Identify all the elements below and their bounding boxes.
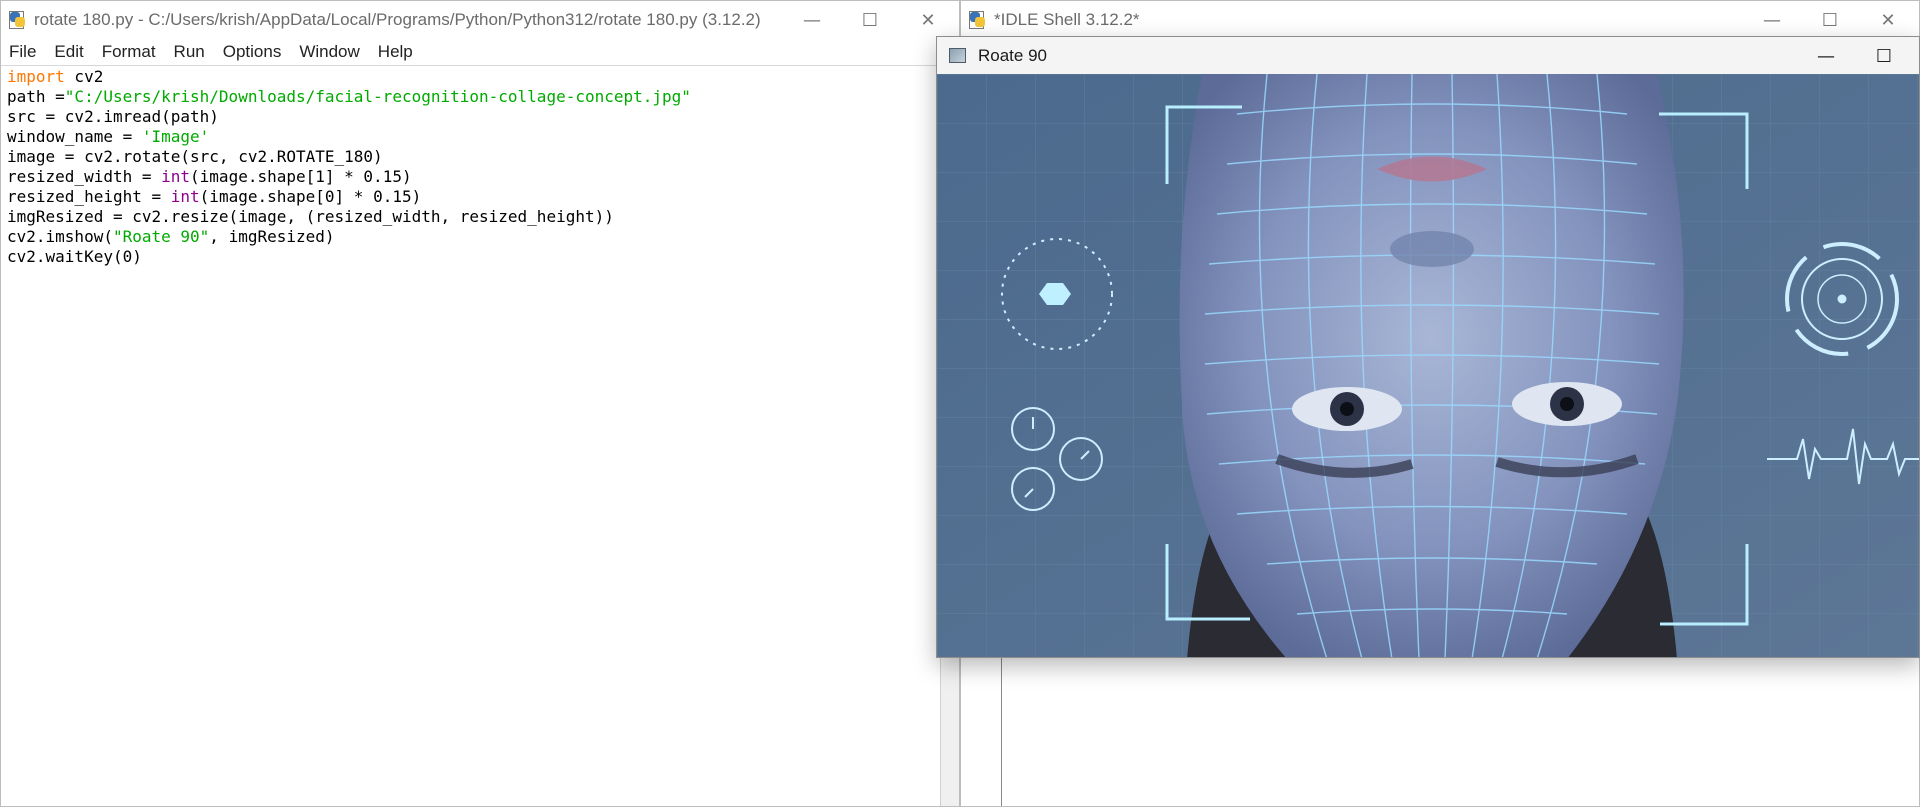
shell-titlebar[interactable]: *IDLE Shell 3.12.2* — ☐ ✕: [961, 1, 1919, 39]
editor-menubar: File Edit Format Run Options Window Help: [1, 39, 959, 66]
left-eye: [1292, 387, 1402, 431]
shell-title: *IDLE Shell 3.12.2*: [994, 10, 1140, 29]
code-line: imgResized = cv2.resize(image, (resized_…: [7, 207, 614, 226]
rotated-image: [937, 73, 1919, 657]
image-window-title: Roate 90: [978, 45, 1047, 65]
image-titlebar[interactable]: Roate 90 — ☐: [937, 37, 1919, 74]
menu-run[interactable]: Run: [165, 42, 214, 62]
menu-edit[interactable]: Edit: [45, 42, 92, 62]
minimize-button[interactable]: —: [783, 1, 841, 39]
code-line: cv2.imshow("Roate 90", imgResized): [7, 227, 335, 246]
shell-close-button[interactable]: ✕: [1859, 1, 1917, 39]
code-line: resized_height = int(image.shape[0] * 0.…: [7, 187, 422, 206]
shell-maximize-button[interactable]: ☐: [1801, 1, 1859, 39]
code-line: window_name = 'Image': [7, 127, 210, 146]
editor-window: rotate 180.py - C:/Users/krish/AppData/L…: [0, 0, 960, 807]
code-line: image = cv2.rotate(src, cv2.ROTATE_180): [7, 147, 383, 166]
image-window: Roate 90 — ☐: [936, 36, 1920, 658]
menu-file[interactable]: File: [1, 42, 45, 62]
close-button[interactable]: ✕: [899, 1, 957, 39]
code-line: path ="C:/Users/krish/Downloads/facial-r…: [7, 87, 691, 106]
right-eye: [1512, 382, 1622, 426]
maximize-button[interactable]: ☐: [841, 1, 899, 39]
python-file-icon: [9, 11, 27, 29]
code-line: cv2.waitKey(0): [7, 247, 142, 266]
image-maximize-button[interactable]: ☐: [1855, 37, 1913, 75]
code-line: resized_width = int(image.shape[1] * 0.1…: [7, 167, 412, 186]
python-shell-icon: [969, 11, 987, 29]
code-line: import cv2: [7, 67, 104, 86]
editor-title: rotate 180.py - C:/Users/krish/AppData/L…: [34, 10, 761, 29]
code-editor[interactable]: import cv2 path ="C:/Users/krish/Downloa…: [7, 67, 691, 267]
menu-format[interactable]: Format: [93, 42, 165, 62]
menu-options[interactable]: Options: [214, 42, 291, 62]
image-icon: [949, 48, 966, 63]
face-scan-image: [937, 73, 1919, 657]
shell-minimize-button[interactable]: —: [1743, 1, 1801, 39]
editor-titlebar[interactable]: rotate 180.py - C:/Users/krish/AppData/L…: [1, 1, 959, 39]
menu-help[interactable]: Help: [369, 42, 422, 62]
image-minimize-button[interactable]: —: [1797, 37, 1855, 75]
code-line: src = cv2.imread(path): [7, 107, 219, 126]
menu-window[interactable]: Window: [290, 42, 368, 62]
